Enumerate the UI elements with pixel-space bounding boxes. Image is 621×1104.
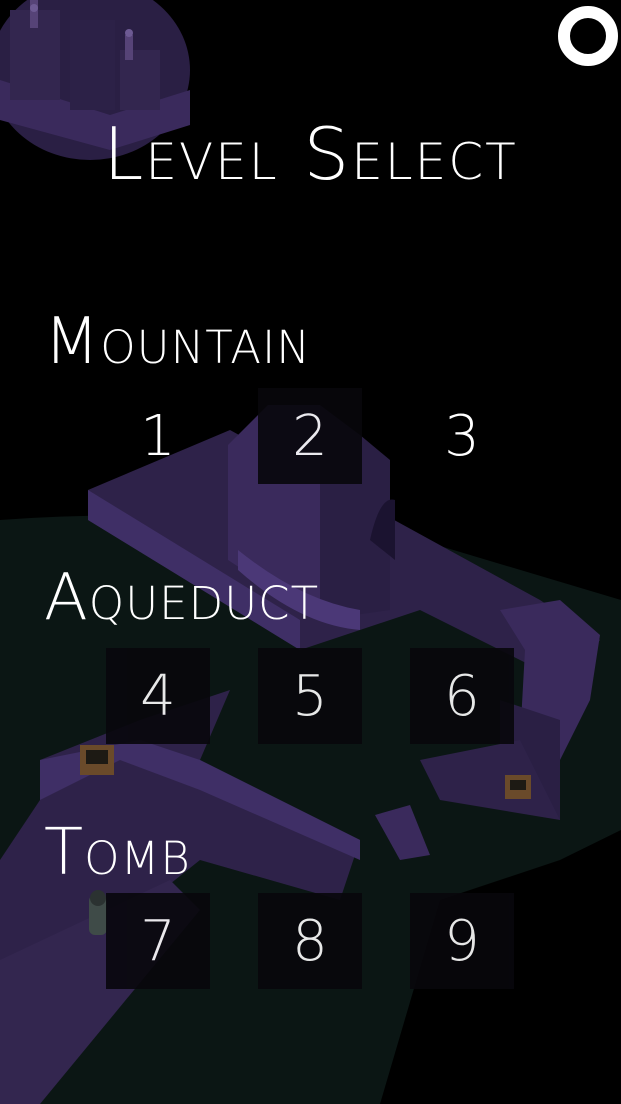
level-button-1[interactable]: 1 [106,388,210,484]
section-title-aqueduct: Aqueduct [44,561,320,635]
section-title-tomb: Tomb [44,816,191,890]
level-button-2[interactable]: 2 [258,388,362,484]
level-button-4[interactable]: 4 [106,648,210,744]
level-button-8[interactable]: 8 [258,893,362,989]
level-button-3[interactable]: 3 [410,388,514,484]
section-title-mountain: Mountain [44,305,311,379]
level-button-7[interactable]: 7 [106,893,210,989]
menu-button[interactable] [558,6,618,66]
level-button-5[interactable]: 5 [258,648,362,744]
level-button-6[interactable]: 6 [410,648,514,744]
page-title: Level Select [103,112,518,196]
level-button-9[interactable]: 9 [410,893,514,989]
